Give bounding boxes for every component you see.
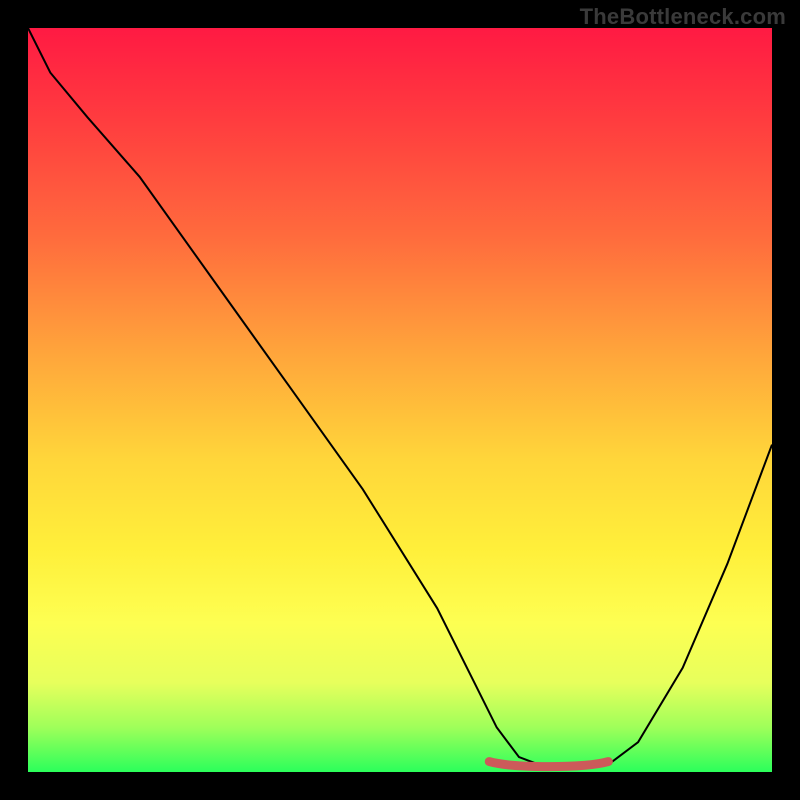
chart-svg bbox=[28, 28, 772, 772]
bottleneck-curve bbox=[28, 28, 772, 768]
plot-area bbox=[28, 28, 772, 772]
watermark-label: TheBottleneck.com bbox=[580, 4, 786, 30]
optimal-zone-marker bbox=[489, 762, 608, 767]
chart-container: TheBottleneck.com bbox=[0, 0, 800, 800]
